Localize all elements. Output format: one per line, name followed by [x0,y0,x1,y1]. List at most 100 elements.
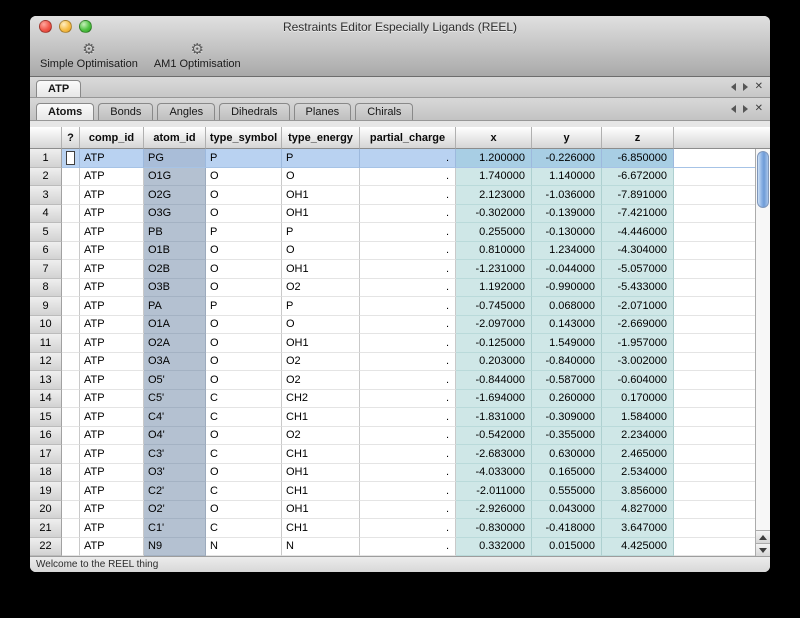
next-tab-icon[interactable] [743,105,748,113]
cell-atom_id[interactable]: O5' [144,371,206,390]
cell-type_symbol[interactable]: C [206,519,282,538]
column-header-q[interactable]: ? [62,127,80,149]
cell-type_energy[interactable]: OH1 [282,501,360,520]
cell-comp_id[interactable]: ATP [80,519,144,538]
zoom-window-button[interactable] [79,20,92,33]
tab-chirals[interactable]: Chirals [355,103,413,120]
cell-flag[interactable] [62,149,80,168]
cell-comp_id[interactable]: ATP [80,334,144,353]
tab-atoms[interactable]: Atoms [36,103,94,120]
cell-type_symbol[interactable]: P [206,297,282,316]
cell-flag[interactable] [62,371,80,390]
cell-partial_charge[interactable]: . [360,408,456,427]
cell-y[interactable]: -0.840000 [532,353,602,372]
cell-comp_id[interactable]: ATP [80,242,144,261]
cell-flag[interactable] [62,168,80,187]
cell-y[interactable]: 0.043000 [532,501,602,520]
cell-y[interactable]: -1.036000 [532,186,602,205]
cell-type_symbol[interactable]: O [206,260,282,279]
cell-partial_charge[interactable]: . [360,316,456,335]
cell-atom_id[interactable]: PG [144,149,206,168]
cell-atom_id[interactable]: O1G [144,168,206,187]
cell-x[interactable]: 0.810000 [456,242,532,261]
cell-z[interactable]: 0.170000 [602,390,674,409]
cell-y[interactable]: -0.587000 [532,371,602,390]
table-row[interactable]: 16ATPO4'OO2.-0.542000-0.3550002.234000 [30,427,755,446]
cell-z[interactable]: -0.604000 [602,371,674,390]
cell-partial_charge[interactable]: . [360,482,456,501]
cell-type_symbol[interactable]: P [206,149,282,168]
column-header-y[interactable]: y [532,127,602,149]
cell-type_symbol[interactable]: O [206,334,282,353]
cell-y[interactable]: -0.226000 [532,149,602,168]
title-bar[interactable]: Restraints Editor Especially Ligands (RE… [30,16,770,38]
cell-x[interactable]: -1.831000 [456,408,532,427]
cell-z[interactable]: 2.234000 [602,427,674,446]
cell-comp_id[interactable]: ATP [80,149,144,168]
cell-type_energy[interactable]: CH2 [282,390,360,409]
table-row[interactable]: 2ATPO1GOO.1.7400001.140000-6.672000 [30,168,755,187]
cell-flag[interactable] [62,316,80,335]
cell-partial_charge[interactable]: . [360,205,456,224]
cell-type_energy[interactable]: CH1 [282,445,360,464]
cell-type_energy[interactable]: OH1 [282,464,360,483]
cell-flag[interactable] [62,445,80,464]
cell-x[interactable]: -4.033000 [456,464,532,483]
cell-partial_charge[interactable]: . [360,519,456,538]
cell-type_symbol[interactable]: O [206,371,282,390]
cell-type_energy[interactable]: N [282,538,360,557]
cell-y[interactable]: -0.139000 [532,205,602,224]
cell-z[interactable]: -4.304000 [602,242,674,261]
cell-comp_id[interactable]: ATP [80,279,144,298]
cell-x[interactable]: 1.200000 [456,149,532,168]
cell-partial_charge[interactable]: . [360,390,456,409]
cell-type_symbol[interactable]: O [206,353,282,372]
cell-y[interactable]: -0.044000 [532,260,602,279]
cell-z[interactable]: 4.425000 [602,538,674,557]
cell-flag[interactable] [62,427,80,446]
cell-flag[interactable] [62,482,80,501]
cell-type_energy[interactable]: O [282,242,360,261]
cell-partial_charge[interactable]: . [360,427,456,446]
table-row[interactable]: 11ATPO2AOOH1.-0.1250001.549000-1.957000 [30,334,755,353]
cell-z[interactable]: -2.071000 [602,297,674,316]
tab-bonds[interactable]: Bonds [98,103,153,120]
cell-type_symbol[interactable]: O [206,464,282,483]
cell-comp_id[interactable]: ATP [80,205,144,224]
cell-type_energy[interactable]: P [282,297,360,316]
cell-atom_id[interactable]: O1B [144,242,206,261]
cell-flag[interactable] [62,538,80,557]
cell-y[interactable]: 1.234000 [532,242,602,261]
cell-flag[interactable] [62,408,80,427]
cell-z[interactable]: -1.957000 [602,334,674,353]
cell-atom_id[interactable]: O2G [144,186,206,205]
table-row[interactable]: 8ATPO3BOO2.1.192000-0.990000-5.433000 [30,279,755,298]
cell-flag[interactable] [62,279,80,298]
cell-comp_id[interactable]: ATP [80,464,144,483]
cell-type_energy[interactable]: OH1 [282,334,360,353]
cell-y[interactable]: 0.165000 [532,464,602,483]
table-row[interactable]: 17ATPC3'CCH1.-2.6830000.6300002.465000 [30,445,755,464]
cell-comp_id[interactable]: ATP [80,501,144,520]
cell-y[interactable]: -0.418000 [532,519,602,538]
cell-y[interactable]: -0.990000 [532,279,602,298]
cell-type_energy[interactable]: CH1 [282,482,360,501]
cell-flag[interactable] [62,353,80,372]
cell-flag[interactable] [62,519,80,538]
table-row[interactable]: 19ATPC2'CCH1.-2.0110000.5550003.856000 [30,482,755,501]
cell-type_symbol[interactable]: C [206,390,282,409]
cell-type_energy[interactable]: O [282,168,360,187]
cell-z[interactable]: 3.647000 [602,519,674,538]
cell-atom_id[interactable]: O2' [144,501,206,520]
scrollbar-thumb[interactable] [757,151,769,208]
cell-flag[interactable] [62,501,80,520]
cell-atom_id[interactable]: O4' [144,427,206,446]
vertical-scrollbar[interactable] [755,149,770,556]
column-header-atom_id[interactable]: atom_id [144,127,206,149]
table-row[interactable]: 4ATPO3GOOH1.-0.302000-0.139000-7.421000 [30,205,755,224]
cell-x[interactable]: 0.203000 [456,353,532,372]
cell-type_symbol[interactable]: C [206,408,282,427]
cell-type_symbol[interactable]: O [206,205,282,224]
table-row[interactable]: 18ATPO3'OOH1.-4.0330000.1650002.534000 [30,464,755,483]
cell-partial_charge[interactable]: . [360,223,456,242]
